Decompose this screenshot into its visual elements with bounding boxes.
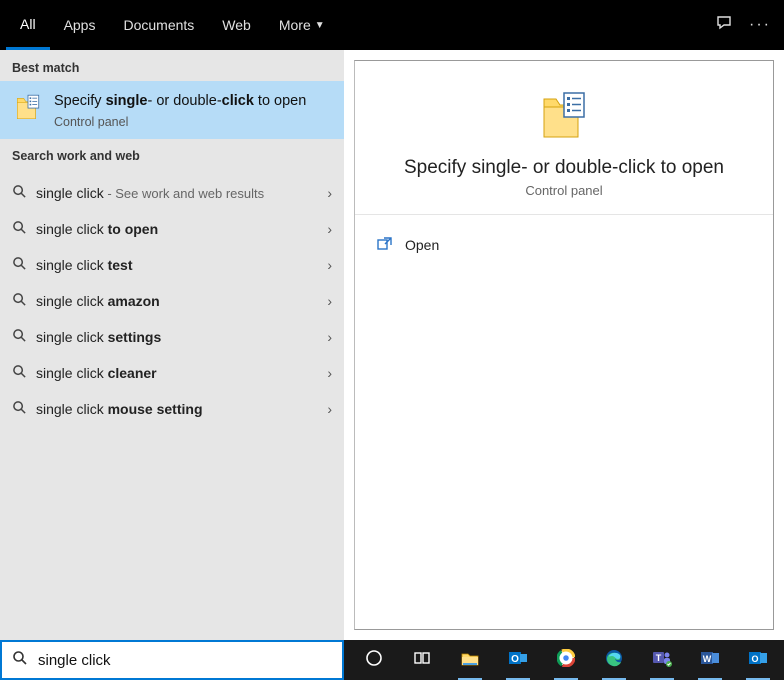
search-icon <box>12 184 36 202</box>
chevron-down-icon: ▼ <box>315 20 325 31</box>
folder-options-icon <box>542 87 586 143</box>
detail-panel: Specify single- or double-click to open … <box>354 60 774 630</box>
svg-text:W: W <box>703 654 712 664</box>
suggestion-row[interactable]: single click mouse setting› <box>0 391 344 427</box>
chevron-right-icon: › <box>327 257 332 273</box>
tab-label: Web <box>222 17 251 33</box>
svg-text:O: O <box>511 654 519 665</box>
results-panel: Best match Specify single- or double-cli… <box>0 50 344 640</box>
feedback-icon[interactable] <box>706 14 742 37</box>
chevron-right-icon: › <box>327 293 332 309</box>
tab-apps[interactable]: Apps <box>50 0 110 50</box>
tab-label: Documents <box>123 17 194 33</box>
more-options-icon[interactable]: ··· <box>742 16 778 34</box>
tab-label: All <box>20 16 36 32</box>
detail-subtitle: Control panel <box>525 183 602 198</box>
chevron-right-icon: › <box>327 365 332 381</box>
suggestion-text: single click mouse setting <box>36 401 327 417</box>
chevron-right-icon: › <box>327 329 332 345</box>
search-icon <box>12 292 36 310</box>
file-explorer-icon <box>460 649 480 672</box>
best-match-header: Best match <box>0 51 344 81</box>
suggestion-row[interactable]: single click cleaner› <box>0 355 344 391</box>
taskbar-item-outlook[interactable]: O <box>496 640 540 680</box>
chevron-right-icon: › <box>327 185 332 201</box>
svg-text:T: T <box>656 653 662 663</box>
best-match-subtitle: Control panel <box>54 115 306 129</box>
taskbar-item-chrome[interactable] <box>544 640 588 680</box>
taskbar-item-cortana[interactable] <box>352 640 396 680</box>
suggestion-text: single click test <box>36 257 327 273</box>
search-icon <box>12 328 36 346</box>
other-icon: O <box>748 649 768 672</box>
best-match-result[interactable]: Specify single- or double-click to open … <box>0 81 344 139</box>
search-icon <box>12 650 28 671</box>
chrome-icon <box>557 649 575 672</box>
folder-options-icon <box>12 91 44 123</box>
tab-web[interactable]: Web <box>208 0 265 50</box>
suggestion-row[interactable]: single click - See work and web results› <box>0 175 344 211</box>
search-box[interactable] <box>0 640 344 680</box>
edge-icon <box>605 649 623 672</box>
taskbar-item-file-explorer[interactable] <box>448 640 492 680</box>
tab-more[interactable]: More ▼ <box>265 0 339 50</box>
suggestion-row[interactable]: single click to open› <box>0 211 344 247</box>
tab-label: Apps <box>64 17 96 33</box>
action-label: Open <box>405 237 439 253</box>
taskbar-item-edge[interactable] <box>592 640 636 680</box>
task-view-icon <box>413 649 431 672</box>
search-filter-tabs: All Apps Documents Web More ▼ ··· <box>0 0 784 50</box>
outlook-icon: O <box>508 649 528 672</box>
tab-label: More <box>279 17 311 33</box>
search-icon <box>12 364 36 382</box>
tab-all[interactable]: All <box>6 0 50 50</box>
suggestion-row[interactable]: single click test› <box>0 247 344 283</box>
search-input[interactable] <box>38 652 332 669</box>
search-icon <box>12 400 36 418</box>
cortana-icon <box>365 649 383 672</box>
suggestion-text: single click - See work and web results <box>36 185 327 201</box>
taskbar-item-teams[interactable]: T <box>640 640 684 680</box>
word-icon: W <box>700 649 720 672</box>
action-open[interactable]: Open <box>377 229 751 261</box>
taskbar-item-other[interactable]: O <box>736 640 780 680</box>
svg-text:O: O <box>751 654 758 664</box>
detail-title: Specify single- or double-click to open <box>404 157 724 179</box>
suggestion-text: single click cleaner <box>36 365 327 381</box>
tab-documents[interactable]: Documents <box>109 0 208 50</box>
suggestion-text: single click to open <box>36 221 327 237</box>
taskbar-item-task-view[interactable] <box>400 640 444 680</box>
suggestion-row[interactable]: single click amazon› <box>0 283 344 319</box>
suggestion-text: single click amazon <box>36 293 327 309</box>
taskbar: OTWO <box>344 640 784 680</box>
best-match-title: Specify single- or double-click to open <box>54 91 306 111</box>
chevron-right-icon: › <box>327 401 332 417</box>
open-icon <box>377 236 399 255</box>
suggestion-row[interactable]: single click settings› <box>0 319 344 355</box>
suggestion-text: single click settings <box>36 329 327 345</box>
work-web-header: Search work and web <box>0 139 344 169</box>
search-icon <box>12 256 36 274</box>
chevron-right-icon: › <box>327 221 332 237</box>
teams-icon: T <box>652 649 672 672</box>
search-icon <box>12 220 36 238</box>
suggestion-list: single click - See work and web results›… <box>0 169 344 427</box>
taskbar-item-word[interactable]: W <box>688 640 732 680</box>
